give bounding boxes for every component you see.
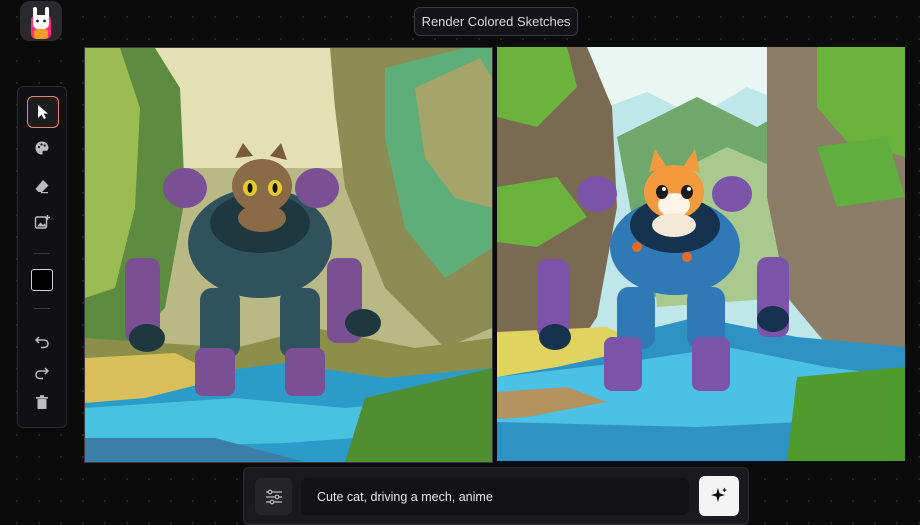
trash-icon [36, 395, 48, 409]
settings-button[interactable] [255, 478, 292, 515]
palette-icon [35, 141, 49, 155]
tool-sidebar [17, 86, 67, 428]
render-canvas [497, 47, 905, 461]
color-swatch[interactable] [31, 269, 53, 291]
generate-button[interactable] [699, 476, 739, 516]
llama-logo-icon [20, 1, 62, 41]
rendered-illustration [497, 47, 905, 461]
app-logo [20, 1, 62, 41]
prompt-bar: Cute cat, driving a mech, anime [243, 467, 749, 525]
toolbar-divider [34, 308, 50, 309]
sketch-canvas[interactable] [84, 47, 493, 463]
prompt-input[interactable]: Cute cat, driving a mech, anime [301, 478, 689, 515]
undo-icon [34, 336, 49, 349]
cursor-arrow-icon [38, 105, 48, 119]
select-tool-button[interactable] [27, 96, 59, 128]
page-title: Render Colored Sketches [414, 7, 578, 36]
undo-button[interactable] [27, 326, 57, 356]
image-add-icon [34, 215, 50, 229]
toolbar-divider [34, 253, 50, 254]
sliders-icon [265, 489, 282, 504]
redo-icon [35, 367, 50, 380]
eraser-tool-button[interactable] [27, 171, 57, 201]
color-tool-button[interactable] [27, 133, 57, 163]
sketch-illustration [85, 48, 492, 462]
add-image-button[interactable] [27, 207, 57, 237]
sparkle-icon [711, 487, 727, 502]
delete-button[interactable] [27, 387, 57, 417]
eraser-icon [35, 180, 49, 194]
redo-button[interactable] [27, 357, 57, 387]
